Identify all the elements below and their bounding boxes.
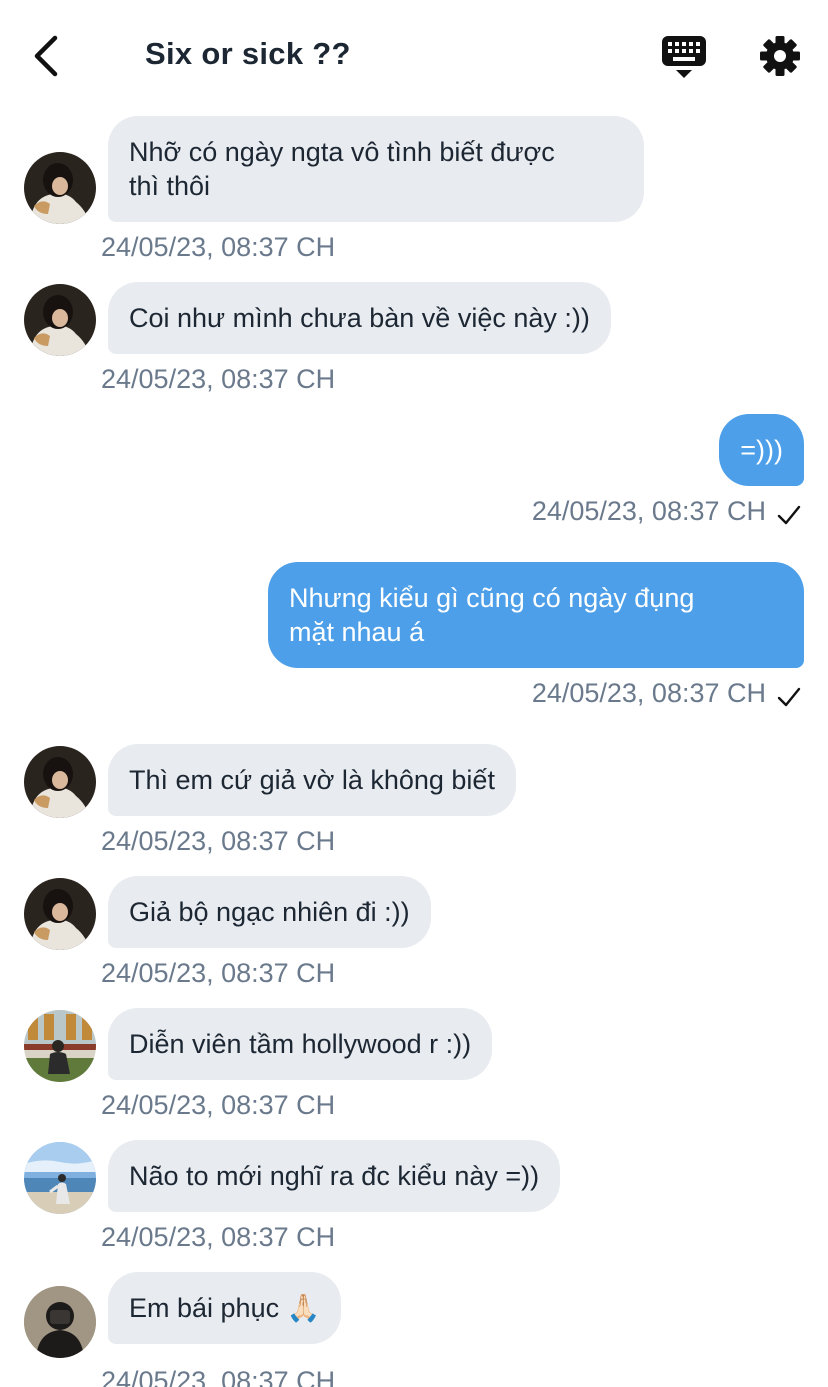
back-button[interactable]	[24, 32, 68, 80]
message-timestamp: 24/05/23, 08:37 CH	[101, 1222, 336, 1252]
message-bubble[interactable]: Nhưng kiểu gì cũng có ngày đụng mặt nhau…	[268, 562, 804, 668]
sender-avatar[interactable]	[24, 1010, 96, 1082]
gear-icon	[760, 36, 800, 76]
sender-avatar[interactable]	[24, 746, 96, 818]
message-bubble[interactable]: Em bái phục 🙏🏻	[108, 1272, 342, 1344]
checkmark-icon	[777, 505, 801, 525]
sender-avatar[interactable]	[24, 1286, 96, 1358]
settings-button[interactable]	[756, 32, 804, 80]
message-timestamp: 24/05/23, 08:37 CH	[101, 364, 336, 394]
message-timestamp: 24/05/23, 08:37 CH	[101, 232, 336, 262]
message-bubble[interactable]: Nhỡ có ngày ngta vô tình biết được thì t…	[108, 116, 644, 222]
message-timestamp: 24/05/23, 08:37 CH	[531, 678, 766, 708]
keyboard-button[interactable]	[660, 34, 708, 82]
sender-avatar[interactable]	[24, 152, 96, 224]
chat-title: Six or sick ??	[145, 36, 351, 71]
checkmark-icon	[777, 687, 801, 707]
keyboard-icon	[662, 36, 706, 78]
message-timestamp: 24/05/23, 08:37 CH	[101, 826, 336, 856]
message-bubble[interactable]: Não to mới nghĩ ra đc kiểu này =))	[108, 1140, 561, 1212]
message-bubble[interactable]: =)))	[719, 414, 804, 486]
chat-header: Six or sick ??	[0, 0, 828, 112]
message-bubble[interactable]: Giả bộ ngạc nhiên đi :))	[108, 876, 431, 948]
sender-avatar[interactable]	[24, 284, 96, 356]
message-timestamp: 24/05/23, 08:37 CH	[101, 958, 336, 988]
sender-avatar[interactable]	[24, 1142, 96, 1214]
chevron-left-icon	[34, 35, 58, 77]
message-bubble[interactable]: Thì em cứ giả vờ là không biết	[108, 744, 516, 816]
message-timestamp: 24/05/23, 08:37 CH	[101, 1366, 336, 1387]
message-timestamp: 24/05/23, 08:37 CH	[101, 1090, 336, 1120]
sender-avatar[interactable]	[24, 878, 96, 950]
message-bubble[interactable]: Diễn viên tầm hollywood r :))	[108, 1008, 493, 1080]
message-timestamp: 24/05/23, 08:37 CH	[531, 496, 766, 526]
message-bubble[interactable]: Coi như mình chưa bàn về việc này :))	[108, 282, 611, 354]
